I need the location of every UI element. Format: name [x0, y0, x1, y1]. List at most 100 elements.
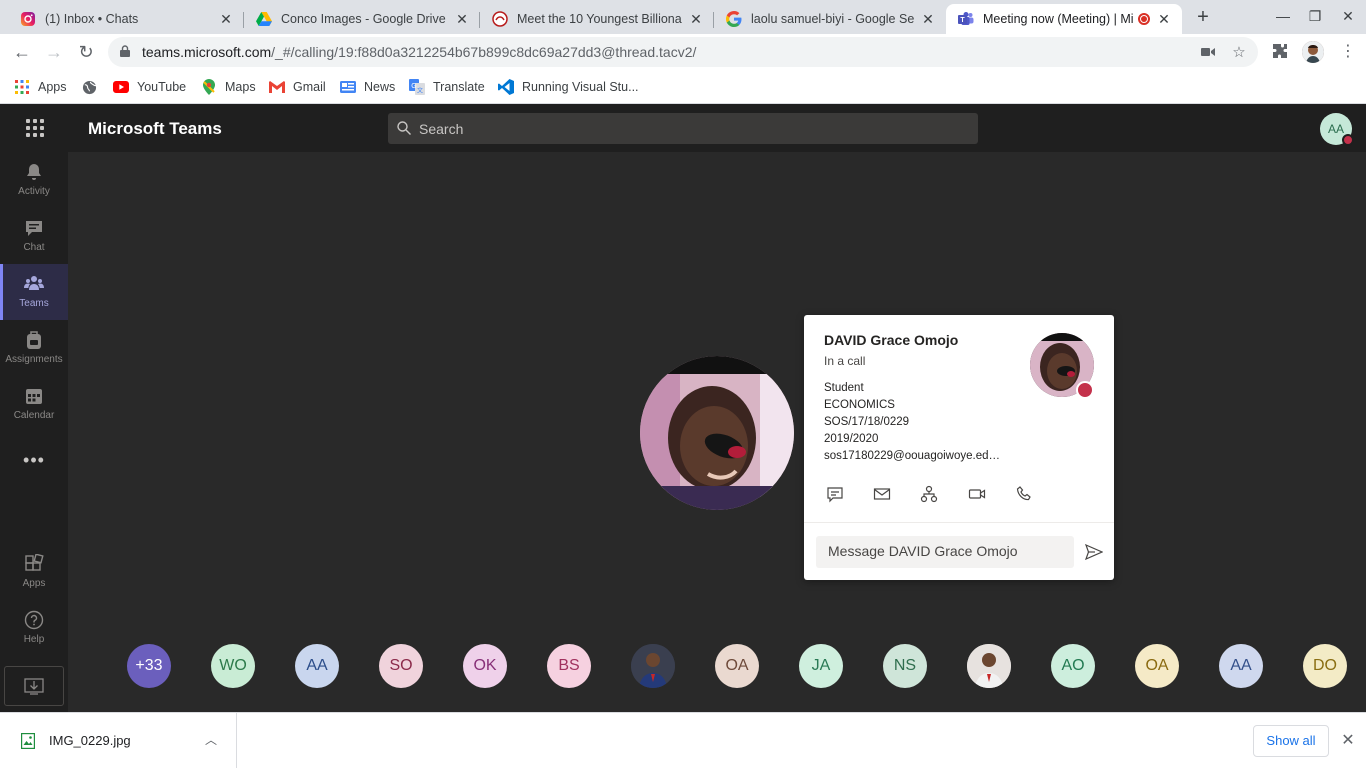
- close-icon[interactable]: ✕: [1338, 730, 1358, 750]
- search-icon: [397, 121, 411, 135]
- message-input[interactable]: Message DAVID Grace Omojo: [816, 536, 1074, 568]
- rail-item-chat[interactable]: Chat: [0, 208, 68, 264]
- participant-avatar[interactable]: SO: [379, 644, 423, 688]
- search-placeholder: Search: [419, 121, 464, 137]
- bookmark-youtube[interactable]: YouTube: [113, 77, 186, 97]
- participant-avatar[interactable]: WO: [211, 644, 255, 688]
- message-placeholder: Message DAVID Grace Omojo: [828, 543, 1018, 559]
- browser-tab[interactable]: laolu samuel-biyi - Google Search ✕: [714, 4, 946, 34]
- menu-kebab-icon[interactable]: ⋮: [1339, 43, 1357, 61]
- google-drive-icon: [256, 11, 272, 27]
- show-all-button[interactable]: Show all: [1253, 725, 1329, 757]
- vscode-icon: [498, 79, 514, 95]
- phone-call-icon[interactable]: [1015, 485, 1033, 503]
- participant-avatar[interactable]: OK: [463, 644, 507, 688]
- close-icon[interactable]: ✕: [218, 11, 234, 28]
- rail-item-help[interactable]: Help: [0, 600, 68, 656]
- bookmark-apps[interactable]: Apps: [14, 77, 67, 97]
- camera-in-use-icon[interactable]: [1199, 44, 1217, 62]
- profile-card: DAVID Grace Omojo In a call Student ECON…: [804, 315, 1114, 580]
- download-app-button[interactable]: [4, 666, 64, 706]
- close-icon[interactable]: ✕: [454, 11, 470, 28]
- bookmarks-bar: Apps YouTube Maps Gmail News G文 Translat…: [0, 70, 1366, 104]
- bookmark-visual-studio[interactable]: Running Visual Stu...: [498, 77, 639, 97]
- rail-label: Help: [23, 634, 45, 645]
- browser-tab[interactable]: (1) Inbox • Chats ✕: [8, 4, 244, 34]
- bookmark-gmail[interactable]: Gmail: [269, 77, 326, 97]
- profile-avatar[interactable]: [1302, 41, 1324, 63]
- svg-text:G: G: [411, 83, 416, 90]
- restore-icon[interactable]: ❐: [1305, 8, 1325, 25]
- bookmark-news[interactable]: News: [340, 77, 395, 97]
- rail-item-activity[interactable]: Activity: [0, 152, 68, 208]
- close-icon[interactable]: ✕: [688, 11, 704, 28]
- close-icon[interactable]: ✕: [920, 11, 936, 28]
- search-input[interactable]: Search: [388, 113, 978, 144]
- participant-roster: +33 WO AA SO OK BS OA JA NS AO OA AA DO: [68, 644, 1366, 688]
- participant-avatar[interactable]: DO: [1303, 644, 1347, 688]
- video-call-icon[interactable]: [968, 485, 986, 503]
- browser-tab[interactable]: Meet the 10 Youngest Billionaires ✕: [480, 4, 714, 34]
- rail-item-apps[interactable]: Apps: [0, 544, 68, 600]
- chat-icon[interactable]: [826, 485, 844, 503]
- recording-icon: [1138, 13, 1150, 25]
- participant-avatar[interactable]: AA: [295, 644, 339, 688]
- bookmark-label: Gmail: [293, 80, 326, 94]
- participant-photo-avatar[interactable]: [967, 644, 1011, 688]
- minimize-icon[interactable]: —: [1273, 8, 1293, 24]
- bookmark-label: Apps: [38, 80, 67, 94]
- back-arrow-icon[interactable]: ←: [11, 41, 33, 63]
- bookmark-translate[interactable]: G文 Translate: [409, 77, 485, 97]
- lock-icon: [120, 45, 130, 57]
- close-window-icon[interactable]: ✕: [1338, 8, 1358, 25]
- user-initials: AA: [1327, 122, 1344, 136]
- gmail-icon: [269, 79, 285, 95]
- bookmark-label: Maps: [225, 80, 256, 94]
- bookmark-globe[interactable]: [81, 77, 105, 97]
- app-launcher-icon[interactable]: [26, 119, 44, 137]
- bookmark-label: Running Visual Stu...: [522, 80, 639, 94]
- more-apps-ellipsis-icon[interactable]: •••: [22, 450, 46, 471]
- participant-initials: AO: [1061, 657, 1085, 674]
- calendar-icon: [26, 389, 42, 404]
- contact-session: 2019/2020: [824, 433, 879, 445]
- browser-tab[interactable]: Conco Images - Google Drive ✕: [244, 4, 480, 34]
- bookmark-star-icon[interactable]: ☆: [1230, 44, 1248, 62]
- svg-text:T: T: [960, 17, 965, 24]
- participant-avatar[interactable]: AO: [1051, 644, 1095, 688]
- participant-video-tile[interactable]: [640, 356, 794, 510]
- participant-avatar[interactable]: BS: [547, 644, 591, 688]
- contact-status: In a call: [824, 354, 866, 368]
- participant-initials: +33: [135, 657, 163, 674]
- participant-photo-avatar[interactable]: [631, 644, 675, 688]
- participant-avatar[interactable]: NS: [883, 644, 927, 688]
- site-favicon: [492, 11, 508, 27]
- participant-avatar[interactable]: AA: [1219, 644, 1263, 688]
- rail-label: Activity: [18, 186, 50, 197]
- browser-tab-active[interactable]: T Meeting now (Meeting) | Microsoft Team…: [946, 4, 1182, 34]
- user-avatar[interactable]: AA: [1320, 113, 1354, 146]
- address-bar[interactable]: teams.microsoft.com/_#/calling/19:f88d0a…: [108, 37, 1258, 67]
- participant-avatar[interactable]: OA: [1135, 644, 1179, 688]
- rail-item-assignments[interactable]: Assignments: [0, 320, 68, 376]
- more-participants-badge[interactable]: +33: [127, 644, 171, 688]
- participant-avatar[interactable]: OA: [715, 644, 759, 688]
- email-icon[interactable]: [873, 485, 891, 503]
- chevron-up-icon[interactable]: ︿: [205, 731, 219, 748]
- participant-avatar[interactable]: JA: [799, 644, 843, 688]
- download-item[interactable]: IMG_0229.jpg ︿: [0, 713, 237, 768]
- contact-email[interactable]: sos17180229@oouagoiwoye.edu.ng: [824, 450, 1004, 462]
- send-icon[interactable]: [1085, 544, 1103, 560]
- new-tab-button[interactable]: +: [1190, 6, 1216, 30]
- extensions-icon[interactable]: [1271, 43, 1289, 61]
- close-icon[interactable]: ✕: [1156, 11, 1172, 28]
- rail-item-teams[interactable]: Teams: [0, 264, 68, 320]
- participant-initials: OA: [725, 657, 749, 674]
- forward-arrow-icon[interactable]: →: [43, 41, 65, 63]
- rail-label: Assignments: [5, 354, 63, 365]
- rail-item-calendar[interactable]: Calendar: [0, 376, 68, 432]
- reload-icon[interactable]: ↻: [75, 41, 97, 63]
- org-chart-icon[interactable]: [920, 485, 938, 503]
- instagram-icon: [20, 11, 36, 27]
- bookmark-maps[interactable]: Maps: [201, 77, 256, 97]
